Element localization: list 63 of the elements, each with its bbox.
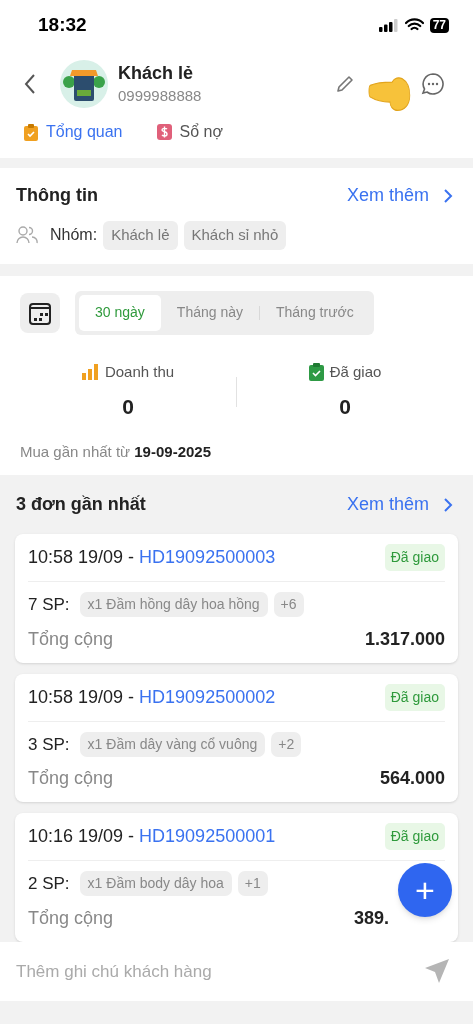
order-time: 10:16 19/09 - (28, 825, 135, 848)
item-tag: x1 Đầm body dây hoa (79, 871, 232, 897)
period-tab[interactable]: Tháng trước (260, 294, 370, 331)
total-label: Tổng cộng (28, 906, 114, 930)
section-title: Thông tin (16, 184, 98, 207)
bar-chart-icon (81, 363, 99, 380)
status-time: 18:32 (38, 12, 87, 37)
item-tag: x1 Đầm dây vàng cổ vuông (79, 731, 266, 757)
total-label: Tổng cộng (28, 767, 114, 790)
order-code-link[interactable]: HD19092500002 (139, 683, 276, 711)
see-more-link[interactable]: Xem thêm (346, 182, 429, 209)
stat-value: 0 (122, 394, 134, 420)
total-label: Tổng cộng (28, 627, 114, 651)
total-amount: 1.317.000 (364, 627, 445, 651)
order-card[interactable]: 10:58 19/09 - HD19092500003 Đã giao 7 SP: x1 Đầm hồng dây hoa hồng +6 Tổng cộng 1.317.000 (15, 534, 458, 663)
tab[interactable]: Tổng quan (46, 120, 123, 144)
section-title: 3 đơn gần nhất (16, 493, 146, 516)
status-tag: Đã giao (384, 544, 445, 571)
group-tag: Khách lẻ (103, 221, 178, 250)
item-count: 3 SP: (28, 733, 70, 756)
order-code-link[interactable]: HD19092500003 (139, 544, 276, 571)
order-time: 10:58 19/09 - (28, 685, 135, 709)
stat-value: 0 (339, 394, 351, 420)
note-input[interactable]: Thêm ghi chú khách hàng (0, 942, 473, 1001)
customer-phone: 0999988888 (118, 86, 202, 106)
battery-level: 77 (429, 17, 449, 33)
calendar-button[interactable] (20, 292, 60, 333)
group-label: Nhóm: (50, 225, 98, 246)
tab[interactable]: Sổ nợ (179, 120, 223, 144)
status-tag: Đã giao (384, 683, 445, 711)
customer-name: Khách lẻ (118, 62, 195, 84)
signal-icon (378, 18, 399, 32)
dollar-icon (156, 124, 172, 140)
last-purchase-text: Mua gần nhất từ 19-09-2025 (20, 441, 212, 462)
clipboard-check-icon (308, 362, 324, 381)
order-code-link[interactable]: HD19092500001 (139, 823, 276, 850)
order-time: 10:58 19/09 - (28, 546, 135, 569)
back-icon[interactable] (24, 73, 36, 95)
item-count: 2 SP: (28, 873, 70, 895)
total-amount: 389. (353, 906, 389, 930)
users-icon (16, 226, 38, 245)
total-amount: 564.000 (379, 767, 445, 790)
period-tab[interactable]: 30 ngày (79, 294, 161, 331)
more-items-tag: +2 (271, 731, 302, 757)
chat-icon[interactable] (421, 72, 445, 96)
more-items-tag: +1 (237, 871, 268, 897)
status-tag: Đã giao (384, 823, 445, 850)
period-tab[interactable]: Tháng này (160, 294, 259, 331)
item-tag: x1 Đầm hồng dây hoa hồng (79, 592, 268, 618)
chevron-right-icon (443, 496, 453, 513)
group-tag: Khách sỉ nhỏ (183, 221, 287, 250)
edit-icon[interactable] (335, 74, 355, 94)
stat-label: Đã giao (329, 361, 382, 382)
order-card[interactable]: 10:58 19/09 - HD19092500002 Đã giao 3 SP: x1 Đầm dây vàng cổ vuông +2 Tổng cộng 564.000 (15, 673, 458, 802)
shop-avatar-icon (60, 60, 108, 108)
clipboard-icon (24, 123, 38, 141)
more-items-tag: +6 (273, 592, 304, 618)
see-more-link[interactable]: Xem thêm (346, 491, 429, 518)
item-count: 7 SP: (28, 594, 70, 616)
chevron-right-icon (443, 187, 453, 204)
stat-label: Doanh thu (104, 361, 175, 382)
calendar-icon (29, 300, 51, 325)
wifi-icon (404, 18, 424, 32)
